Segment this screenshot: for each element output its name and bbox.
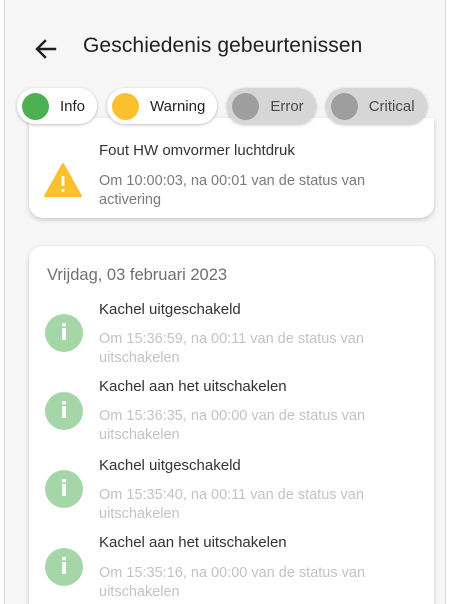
info-icon: i <box>45 314 83 352</box>
event-title: Kachel aan het uitschakelen <box>99 378 287 395</box>
filter-label: Error <box>270 97 304 115</box>
info-icon: i <box>45 392 83 430</box>
event-title: Kachel uitgeschakeld <box>99 301 241 318</box>
event-card: Fout HW omvormer luchtdruk Om 10:00:03, … <box>29 118 434 218</box>
filter-chip-critical[interactable]: Critical <box>325 88 427 124</box>
critical-dot-icon <box>330 92 358 120</box>
filter-chip-warning[interactable]: Warning <box>107 88 218 124</box>
back-arrow-icon[interactable] <box>31 34 61 64</box>
info-icon: i <box>45 548 83 586</box>
app-screen: Geschiedenis gebeurtenissen Fout HW omvo… <box>4 0 446 604</box>
warning-icon <box>44 163 82 197</box>
event-title: Kachel aan het uitschakelen <box>99 534 287 551</box>
date-heading: Vrijdag, 03 februari 2023 <box>47 266 228 284</box>
filter-label: Warning <box>150 97 206 115</box>
severity-filter-bar: Info Warning Error Critical <box>17 88 427 128</box>
filter-label: Critical <box>368 97 415 115</box>
event-title: Kachel uitgeschakeld <box>99 457 241 474</box>
event-subtitle: Om 15:36:59, na 00:11 van de status van … <box>99 331 364 366</box>
warning-dot-icon <box>112 92 140 120</box>
filter-chip-error[interactable]: Error <box>227 88 316 124</box>
day-group-card: Vrijdag, 03 februari 2023 Kachel uitgesc… <box>29 246 434 604</box>
event-title: Fout HW omvormer luchtdruk <box>99 142 295 159</box>
event-subtitle: Om 15:35:40, na 00:11 van de status van … <box>99 487 364 522</box>
info-dot-icon <box>22 92 49 120</box>
error-dot-icon <box>232 92 260 120</box>
event-subtitle: Om 10:00:03, na 00:01 van de status van … <box>99 173 366 208</box>
app-header: Geschiedenis gebeurtenissen <box>5 0 445 90</box>
event-subtitle: Om 15:35:16, na 00:00 van de status van … <box>99 565 366 600</box>
info-icon: i <box>45 470 83 508</box>
page-title: Geschiedenis gebeurtenissen <box>83 34 363 57</box>
filter-label: Info <box>60 97 86 115</box>
event-subtitle: Om 15:36:35, na 00:00 van de status van … <box>99 408 366 443</box>
filter-chip-info[interactable]: Info <box>17 88 98 124</box>
